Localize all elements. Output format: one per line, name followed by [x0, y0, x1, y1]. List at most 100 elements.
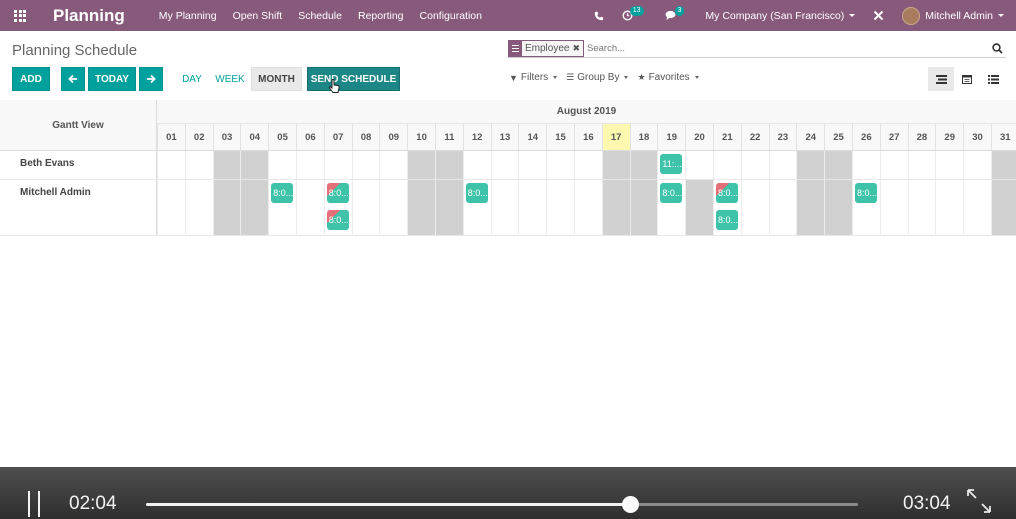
shift-pill[interactable]: 8:0... [660, 183, 683, 203]
scale-month-button[interactable]: MONTH [251, 67, 302, 91]
send-schedule-button[interactable]: SEND SCHEDULE [307, 67, 400, 91]
gantt-cell[interactable] [629, 180, 658, 235]
gantt-cell[interactable] [601, 180, 630, 235]
gantt-cell[interactable] [157, 180, 185, 235]
today-button[interactable]: TODAY [88, 67, 136, 91]
user-menu[interactable]: Mitchell Admin [893, 6, 1016, 25]
gantt-cell[interactable] [434, 151, 463, 179]
facet-remove-icon[interactable]: ✖ [572, 43, 583, 54]
gantt-cell[interactable] [768, 180, 797, 235]
fullscreen-icon[interactable] [965, 487, 993, 515]
gantt-cell[interactable] [268, 151, 296, 179]
gantt-cell[interactable] [963, 151, 991, 179]
gantt-cell[interactable] [407, 151, 435, 179]
gantt-cell[interactable] [740, 180, 769, 235]
gantt-cell[interactable] [963, 180, 991, 235]
gantt-cell[interactable] [796, 151, 825, 179]
gantt-cell[interactable] [824, 180, 852, 235]
shift-pill[interactable]: 8:0... [326, 210, 349, 230]
activity-menu[interactable]: 13 [613, 5, 656, 21]
gantt-cell[interactable] [518, 151, 546, 179]
gantt-cell[interactable] [851, 151, 880, 179]
gantt-cell[interactable] [685, 151, 713, 179]
menu-configuration[interactable]: Configuration [412, 10, 490, 22]
gantt-cell[interactable] [935, 180, 963, 235]
gantt-cell[interactable] [907, 180, 936, 235]
gantt-cell[interactable] [351, 151, 380, 179]
shift-pill[interactable]: 8:0... [716, 183, 738, 203]
scale-day-button[interactable]: DAY [178, 67, 206, 91]
menu-schedule[interactable]: Schedule [290, 10, 350, 22]
shift-pill[interactable]: 8:0... [716, 210, 738, 230]
gantt-cell[interactable] [295, 151, 324, 179]
gantt-cell[interactable] [212, 180, 241, 235]
scale-week-button[interactable]: WEEK [212, 67, 248, 91]
messaging-menu[interactable]: 3 [656, 5, 697, 21]
gantt-cell[interactable] [879, 180, 908, 235]
gantt-cell[interactable] [240, 151, 269, 179]
gantt-cell[interactable] [685, 180, 713, 235]
phone-icon[interactable] [585, 11, 613, 21]
seek-handle[interactable] [622, 496, 640, 513]
group-by-dropdown[interactable]: ☰ Group By [566, 72, 629, 83]
debug-tools-icon[interactable] [864, 10, 893, 21]
gantt-cell[interactable] [546, 180, 574, 235]
gantt-cell[interactable] [351, 180, 380, 235]
gantt-cell[interactable] [573, 151, 602, 179]
shift-pill[interactable]: 8:0... [465, 183, 488, 203]
gantt-cell[interactable] [490, 151, 519, 179]
seek-bar[interactable] [146, 496, 858, 513]
gantt-cell[interactable] [379, 180, 407, 235]
gantt-cell[interactable] [629, 151, 658, 179]
apps-menu-icon[interactable] [0, 0, 40, 31]
gantt-cell[interactable] [462, 151, 491, 179]
gantt-cell[interactable] [935, 151, 963, 179]
company-switcher[interactable]: My Company (San Francisco) [696, 10, 864, 22]
search-facet-employee[interactable]: Employee ✖ [508, 40, 585, 57]
app-brand[interactable]: Planning [40, 6, 137, 26]
gantt-cell[interactable] [434, 180, 463, 235]
search-icon[interactable] [992, 43, 1003, 54]
gantt-cell[interactable] [184, 151, 213, 179]
search-input[interactable] [587, 43, 1006, 54]
calendar-view-button[interactable] [954, 67, 980, 91]
gantt-cell[interactable] [295, 180, 324, 235]
gantt-cell[interactable] [212, 151, 241, 179]
shift-pill[interactable]: 8:0... [855, 183, 877, 203]
gantt-cell[interactable] [907, 151, 936, 179]
gantt-cell[interactable] [379, 151, 407, 179]
gantt-cell[interactable] [740, 151, 769, 179]
gantt-cell[interactable] [157, 151, 185, 179]
gantt-cell[interactable] [240, 180, 269, 235]
gantt-cell[interactable] [796, 180, 825, 235]
shift-pill[interactable]: 11:... [660, 154, 683, 174]
gantt-cell[interactable] [990, 180, 1016, 235]
gantt-cell[interactable] [824, 151, 852, 179]
shift-pill[interactable]: 8:0... [271, 183, 294, 203]
pause-icon[interactable] [28, 491, 40, 517]
gantt-cell[interactable] [323, 151, 352, 179]
gantt-cell[interactable] [768, 151, 797, 179]
filters-dropdown[interactable]: ▼ Filters [509, 72, 558, 83]
add-button[interactable]: ADD [12, 67, 50, 91]
shift-pill[interactable]: 8:0... [326, 183, 349, 203]
menu-reporting[interactable]: Reporting [350, 10, 412, 22]
search-bar[interactable]: Employee ✖ [508, 40, 1006, 58]
menu-my-planning[interactable]: My Planning [151, 10, 225, 22]
menu-open-shift[interactable]: Open Shift [225, 10, 291, 22]
list-view-button[interactable] [980, 67, 1006, 91]
previous-button[interactable] [61, 67, 85, 91]
gantt-cell[interactable] [546, 151, 574, 179]
gantt-view-button[interactable] [928, 67, 954, 91]
gantt-cell[interactable] [184, 180, 213, 235]
gantt-cell[interactable] [407, 180, 435, 235]
gantt-cell[interactable] [990, 151, 1016, 179]
gantt-cell[interactable] [879, 151, 908, 179]
gantt-cell[interactable] [518, 180, 546, 235]
gantt-cell[interactable] [573, 180, 602, 235]
next-button[interactable] [139, 67, 163, 91]
gantt-cell[interactable] [601, 151, 630, 179]
favorites-dropdown[interactable]: ★ Favorites [637, 72, 699, 83]
gantt-cell[interactable] [490, 180, 519, 235]
gantt-cell[interactable] [712, 151, 741, 179]
